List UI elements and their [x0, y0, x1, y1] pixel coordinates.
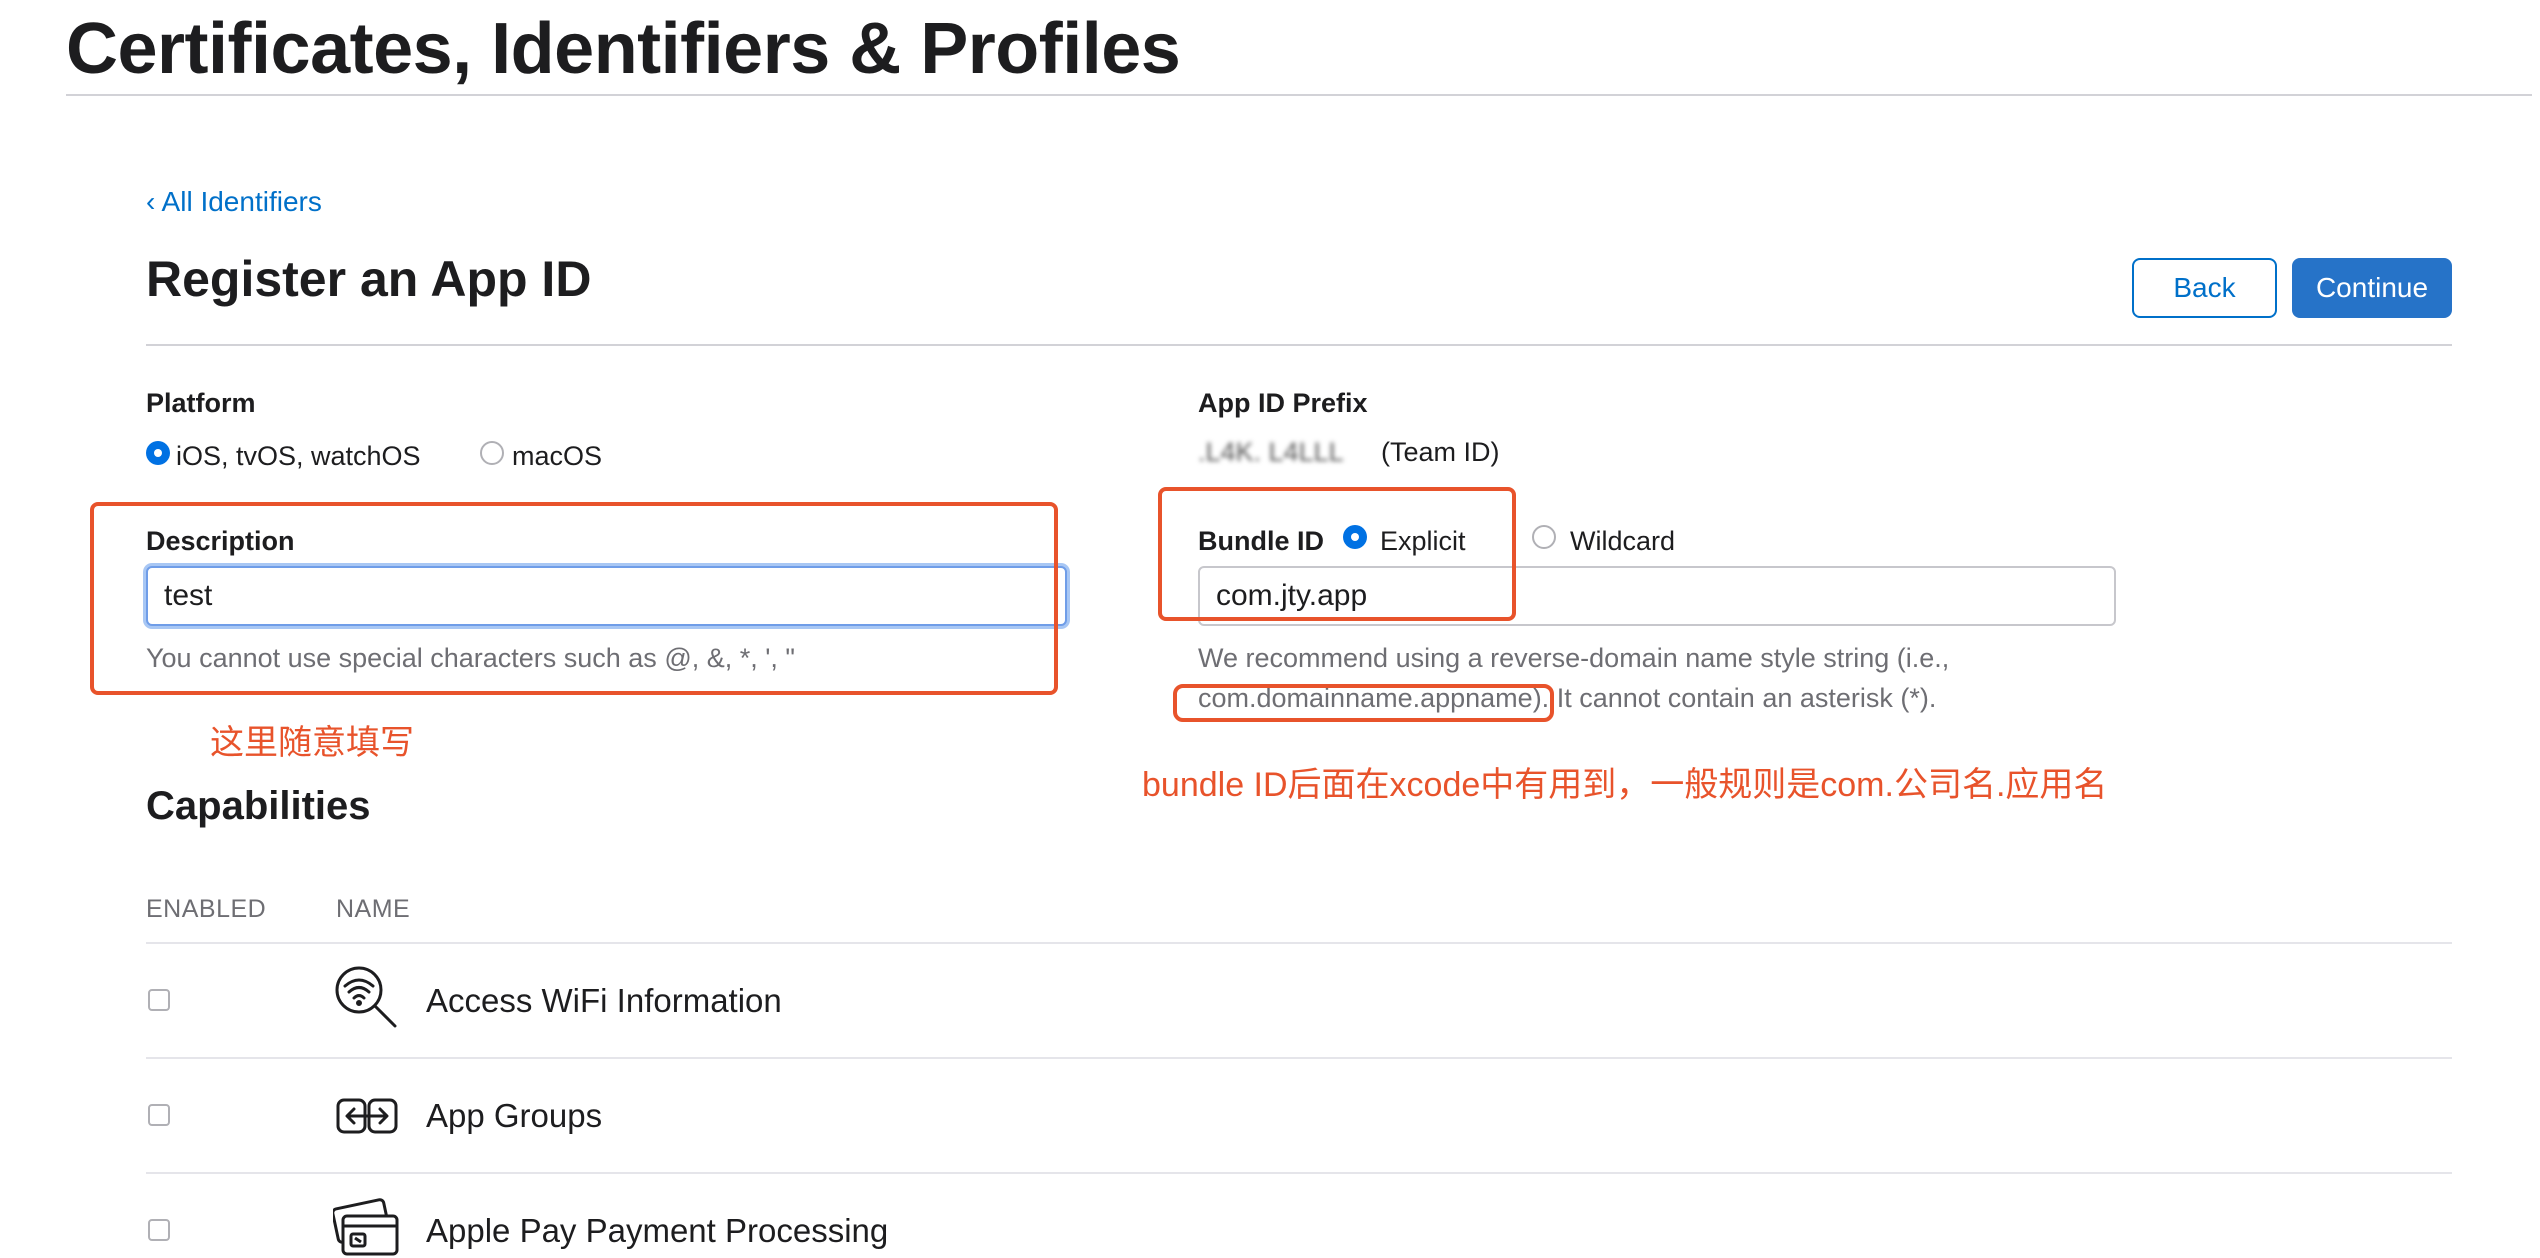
back-button[interactable]: Back: [2132, 258, 2277, 318]
team-id-suffix: (Team ID): [1381, 437, 1500, 467]
app-groups-icon: [336, 1096, 398, 1136]
access-wifi-checkbox[interactable]: [148, 989, 170, 1011]
app-groups-name: App Groups: [426, 1097, 603, 1134]
platform-macos-radio[interactable]: [480, 441, 504, 465]
platform-label: Platform: [146, 388, 256, 418]
enabled-column-header: ENABLED: [146, 895, 267, 923]
description-annotation-box: [90, 502, 1058, 695]
table-header-divider: [146, 942, 2452, 944]
section-title: Register an App ID: [146, 251, 592, 307]
bundle-id-hint-line1: We recommend using a reverse-domain name…: [1198, 643, 1950, 673]
bundle-hint-annotation-box: [1173, 684, 1554, 722]
app-groups-checkbox[interactable]: [148, 1104, 170, 1126]
bundle-id-hint-rest: It cannot contain an asterisk (*).: [1549, 683, 1937, 713]
description-annotation-text: 这里随意填写: [210, 724, 414, 762]
platform-ios-option[interactable]: iOS, tvOS, watchOS: [176, 441, 421, 472]
capabilities-title: Capabilities: [146, 784, 371, 828]
all-identifiers-link[interactable]: ‹ All Identifiers: [146, 186, 322, 218]
wifi-search-icon: [333, 964, 399, 1030]
section-divider: [146, 344, 2452, 346]
table-row-divider: [146, 1172, 2452, 1174]
continue-button[interactable]: Continue: [2292, 258, 2452, 318]
apple-pay-name: Apple Pay Payment Processing: [426, 1212, 889, 1249]
apple-pay-checkbox[interactable]: [148, 1219, 170, 1241]
app-id-prefix-value: .L4K. L4LLL: [1198, 437, 1344, 467]
bundle-id-annotation-text: bundle ID后面在xcode中有用到，一般规则是com.公司名.应用名: [1142, 766, 2108, 804]
header-divider: [66, 94, 2532, 96]
table-row-divider: [146, 1057, 2452, 1059]
platform-ios-radio[interactable]: [146, 441, 170, 465]
page-title: Certificates, Identifiers & Profiles: [66, 9, 1181, 89]
apple-pay-cards-icon: [333, 1196, 401, 1258]
bundle-id-annotation-box: [1158, 487, 1516, 621]
access-wifi-name: Access WiFi Information: [426, 982, 782, 1019]
name-column-header: NAME: [336, 895, 411, 923]
platform-macos-option[interactable]: macOS: [512, 441, 602, 472]
bundle-wildcard-radio[interactable]: [1532, 525, 1556, 549]
bundle-wildcard-option[interactable]: Wildcard: [1570, 526, 1675, 557]
app-id-prefix-label: App ID Prefix: [1198, 388, 1368, 418]
